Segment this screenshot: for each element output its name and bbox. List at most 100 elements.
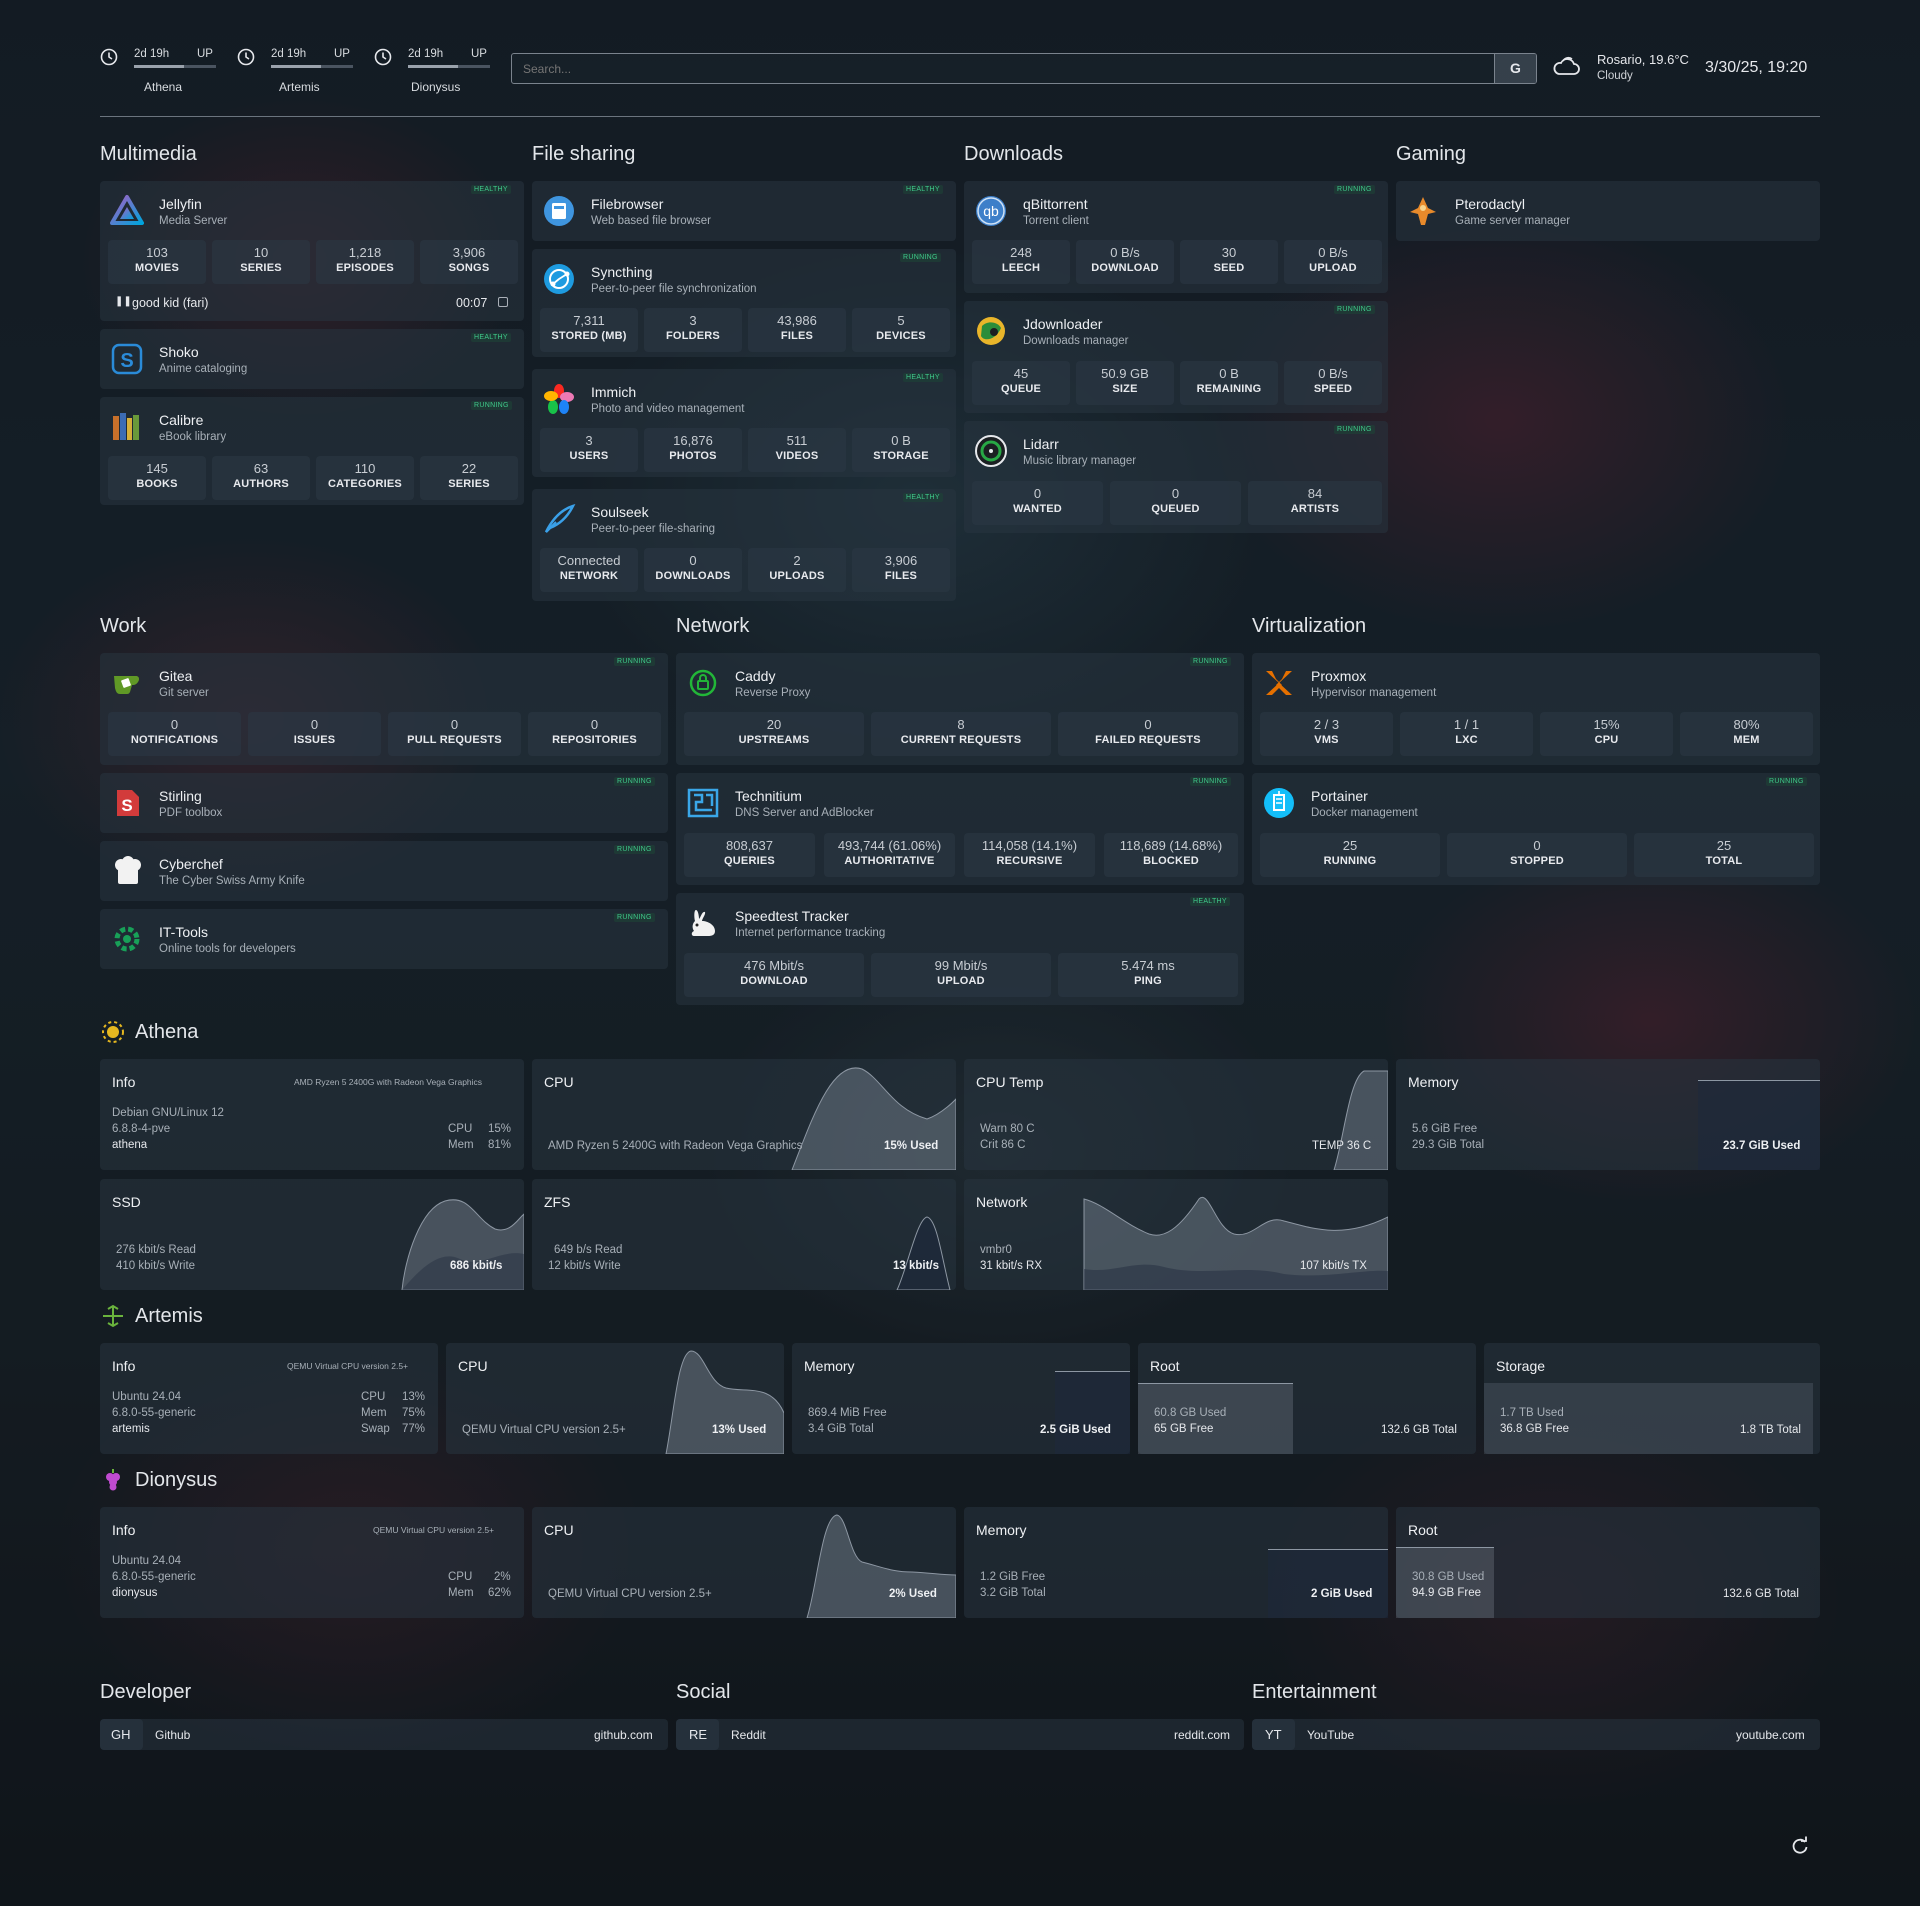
section-title-developer: Developer <box>100 1681 192 1703</box>
status-badge: HEALTHY <box>903 185 943 194</box>
status-badge: RUNNING <box>1190 657 1231 666</box>
memory-usage-bar <box>1055 1343 1130 1454</box>
service-description: DNS Server and AdBlocker <box>735 807 874 819</box>
host-athena-label[interactable]: Athena <box>144 80 182 94</box>
stat-block: 84 ARTISTS <box>1248 481 1382 525</box>
widget-title: Network <box>976 1194 1028 1210</box>
os-name: Ubuntu 24.04 <box>112 1391 182 1403</box>
disk-total: 132.6 GB Total <box>1381 1424 1457 1436</box>
uptime-bar <box>271 65 353 68</box>
status-badge: RUNNING <box>614 657 655 666</box>
disk-total-rate: 13 kbit/s <box>893 1260 940 1272</box>
stat-block: 99 Mbit/s UPLOAD <box>871 953 1051 997</box>
stat-block: 16,876 PHOTOS <box>644 428 742 472</box>
section-title-virtualization: Virtualization <box>1252 615 1367 637</box>
widget-title: Root <box>1150 1358 1180 1374</box>
service-name: Immich <box>591 384 637 400</box>
memory-usage-bar <box>1268 1507 1388 1618</box>
cpu-key: CPU <box>448 1571 473 1583</box>
stat-block: 0 STOPPED <box>1447 833 1627 877</box>
header-divider <box>100 116 1820 117</box>
speedtest-rabbit-icon <box>691 910 715 936</box>
datetime: 3/30/25, 19:20 <box>1705 59 1808 76</box>
service-name: Shoko <box>159 344 199 360</box>
temp-warn: Warn 80 C <box>980 1123 1035 1135</box>
service-description: Downloads manager <box>1023 335 1129 347</box>
service-name: Soulseek <box>591 504 649 520</box>
mem-value: 75% <box>402 1407 426 1419</box>
stat-block: 1 / 1 LXC <box>1400 712 1533 756</box>
disk-write: 410 kbit/s Write <box>116 1260 196 1272</box>
memory-free: 5.6 GiB Free <box>1412 1123 1478 1135</box>
stat-block: Connected NETWORK <box>540 548 638 592</box>
search-input[interactable] <box>515 56 1490 81</box>
widget-title: Memory <box>1408 1074 1459 1090</box>
memory-used: 2 GiB Used <box>1311 1588 1373 1600</box>
widget-title: CPU Temp <box>976 1074 1044 1090</box>
service-description: Peer-to-peer file synchronization <box>591 283 757 295</box>
host-artemis-label[interactable]: Artemis <box>279 80 320 94</box>
search-engine-button[interactable]: G <box>1494 54 1536 83</box>
cpu-model: AMD Ryzen 5 2400G with Radeon Vega Graph… <box>548 1140 803 1152</box>
status-badge: HEALTHY <box>471 185 511 194</box>
cpu-model: QEMU Virtual CPU version 2.5+ <box>287 1361 409 1371</box>
technitium-icon <box>687 788 719 818</box>
svg-text:S: S <box>120 350 133 372</box>
bookmark-url: reddit.com <box>1174 1728 1231 1742</box>
disk-total-rate: 686 kbit/s <box>450 1260 503 1272</box>
service-name: Proxmox <box>1311 668 1367 684</box>
memory-total: 3.4 GiB Total <box>808 1423 874 1435</box>
service-description: Media Server <box>159 215 228 227</box>
os-name: Ubuntu 24.04 <box>112 1555 182 1567</box>
stat-block: 10 SERIES <box>212 240 310 284</box>
service-name: Portainer <box>1311 788 1368 804</box>
stat-block: 8 CURRENT REQUESTS <box>871 712 1051 756</box>
host-section-title: Artemis <box>135 1305 203 1327</box>
cast-icon[interactable] <box>498 297 508 307</box>
hostname: athena <box>112 1139 148 1151</box>
cpu-model: AMD Ryzen 5 2400G with Radeon Vega Graph… <box>294 1077 483 1087</box>
section-title-network: Network <box>676 615 750 637</box>
section-title-multimedia: Multimedia <box>100 143 197 165</box>
stat-block: 3 USERS <box>540 428 638 472</box>
service-name: Jdownloader <box>1023 316 1103 332</box>
athena-sun-icon <box>102 1021 124 1043</box>
stat-block: 0 B STORAGE <box>852 428 950 472</box>
disk-used: 30.8 GB Used <box>1412 1571 1485 1583</box>
disk-free: 94.9 GB Free <box>1412 1587 1482 1599</box>
service-name: Stirling <box>159 788 202 804</box>
jdownloader-icon <box>977 317 1005 345</box>
stat-block: 30 SEED <box>1180 240 1278 284</box>
service-name: Technitium <box>735 788 802 804</box>
stat-block: 808,637 QUERIES <box>684 833 815 877</box>
stat-block: 0 WANTED <box>972 481 1103 525</box>
widget-title: Info <box>112 1522 136 1538</box>
now-playing-time: 00:07 <box>456 296 488 310</box>
root-usage-bar <box>1138 1343 1476 1454</box>
clock-icon <box>237 48 255 66</box>
status-badge: HEALTHY <box>903 493 943 502</box>
stat-block: 103 MOVIES <box>108 240 206 284</box>
bookmark-name[interactable]: Github <box>155 1728 190 1742</box>
weather-location-temp[interactable]: Rosario, 19.6°C <box>1597 52 1689 67</box>
status-badge: RUNNING <box>1334 305 1375 314</box>
stat-block: 2 / 3 VMS <box>1260 712 1393 756</box>
memory-total: 29.3 GiB Total <box>1412 1139 1485 1151</box>
stat-block: 1,218 EPISODES <box>316 240 414 284</box>
disk-used: 1.7 TB Used <box>1500 1407 1564 1419</box>
service-description: Reverse Proxy <box>735 687 811 699</box>
hostname: dionysus <box>112 1587 158 1599</box>
disk-used: 60.8 GB Used <box>1154 1407 1227 1419</box>
bookmark-name[interactable]: YouTube <box>1307 1728 1354 1742</box>
refresh-icon[interactable] <box>1790 1836 1810 1856</box>
bookmark-name[interactable]: Reddit <box>731 1728 766 1742</box>
host-section-title: Athena <box>135 1021 199 1043</box>
stat-block: 0 QUEUED <box>1110 481 1241 525</box>
status-badge: RUNNING <box>1190 777 1231 786</box>
stat-block: 20 UPSTREAMS <box>684 712 864 756</box>
host-dionysus-label[interactable]: Dionysus <box>411 80 460 94</box>
pause-icon[interactable]: ❚❚ <box>115 296 132 307</box>
cpu-usage: 13% Used <box>712 1424 767 1436</box>
memory-used: 23.7 GiB Used <box>1723 1140 1801 1152</box>
svg-text:qb: qb <box>983 203 999 219</box>
